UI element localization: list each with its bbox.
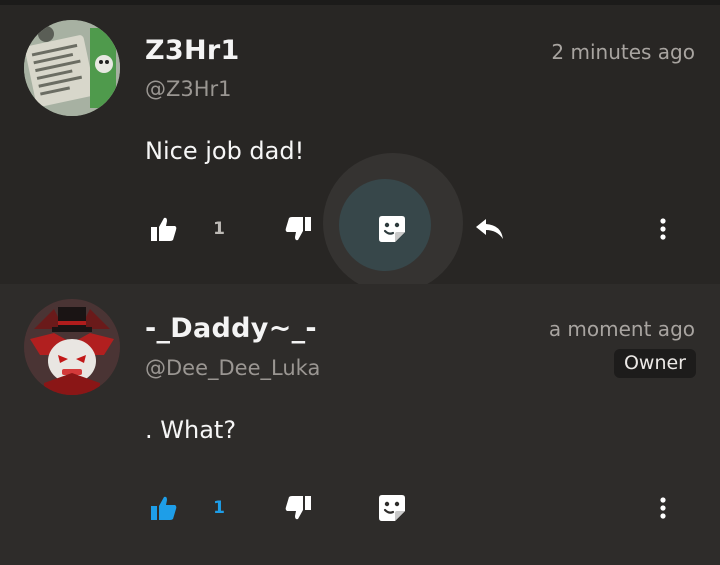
username[interactable]: -_Daddy~_- [145, 313, 317, 344]
like-count: 1 [213, 498, 225, 518]
more-options-button[interactable] [650, 211, 676, 247]
sticker-button[interactable] [374, 490, 410, 526]
thumbs-up-icon [151, 496, 177, 520]
more-vertical-icon [660, 218, 666, 240]
sticker-button[interactable] [374, 211, 410, 247]
reply-button[interactable] [472, 211, 508, 247]
comment-item: -_Daddy~_- @Dee_Dee_Luka a moment ago Ow… [0, 284, 720, 565]
user-handle[interactable]: @Dee_Dee_Luka [145, 356, 320, 380]
avatar[interactable] [24, 299, 120, 395]
comment-text: . What? [145, 416, 237, 444]
sticker-icon [377, 214, 407, 244]
sticker-icon [377, 493, 407, 523]
owner-badge: Owner [613, 349, 696, 378]
timestamp: a moment ago [548, 317, 695, 341]
dislike-button[interactable] [282, 490, 314, 526]
thumbs-down-icon [285, 496, 311, 520]
comment-actions-overlay [0, 5, 720, 284]
like-button[interactable] [148, 490, 180, 526]
more-vertical-icon [660, 497, 666, 519]
more-options-button[interactable] [650, 490, 676, 526]
reply-arrow-icon [475, 217, 505, 241]
